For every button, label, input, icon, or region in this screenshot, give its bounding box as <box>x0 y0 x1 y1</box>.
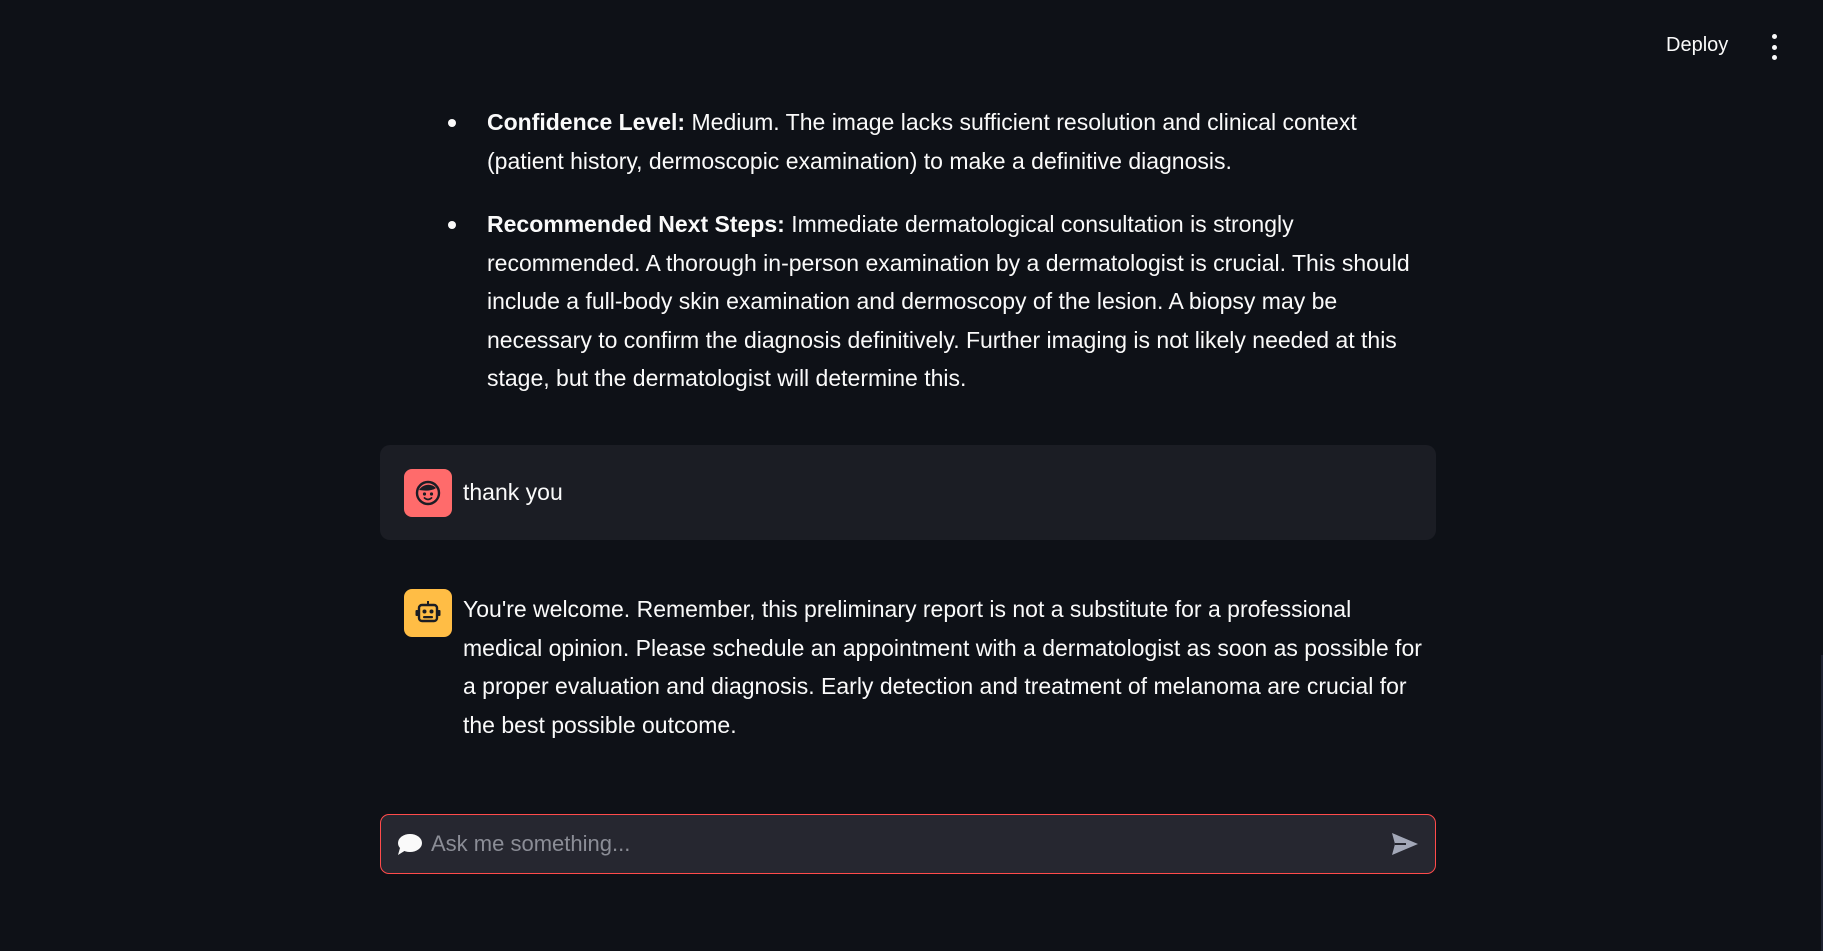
list-item: Confidence Level: Medium. The image lack… <box>435 103 1435 180</box>
deploy-button[interactable]: Deploy <box>1658 30 1736 61</box>
list-item: Recommended Next Steps: Immediate dermat… <box>435 205 1435 398</box>
main-menu-button[interactable] <box>1765 32 1783 62</box>
robot-icon <box>415 601 441 623</box>
bullet-icon <box>448 119 456 127</box>
list-item-text: Immediate dermatological consultation is… <box>487 211 1410 391</box>
user-face-icon <box>415 480 441 506</box>
menu-dot <box>1771 55 1777 60</box>
assistant-avatar <box>404 589 452 637</box>
chat-input[interactable] <box>431 825 1351 863</box>
user-message: thank you <box>380 445 1436 540</box>
user-message-text: thank you <box>463 479 563 505</box>
user-avatar <box>404 469 452 517</box>
bullet-icon <box>448 221 456 229</box>
list-item-heading: Confidence Level: <box>487 109 686 135</box>
assistant-message: You're welcome. Remember, this prelimina… <box>380 570 1436 770</box>
list-item-heading: Recommended Next Steps: <box>487 211 785 237</box>
menu-dot <box>1771 44 1777 50</box>
assistant-bullet-list: Confidence Level: Medium. The image lack… <box>435 103 1435 423</box>
chat-input-container <box>380 814 1436 874</box>
speech-bubble-icon <box>398 834 422 855</box>
send-arrow-icon <box>1392 833 1418 855</box>
assistant-message-text: You're welcome. Remember, this prelimina… <box>463 596 1422 738</box>
app-header: Deploy <box>0 0 1823 92</box>
send-button[interactable] <box>1389 830 1421 858</box>
vertical-ellipsis-icon <box>1771 34 1777 39</box>
